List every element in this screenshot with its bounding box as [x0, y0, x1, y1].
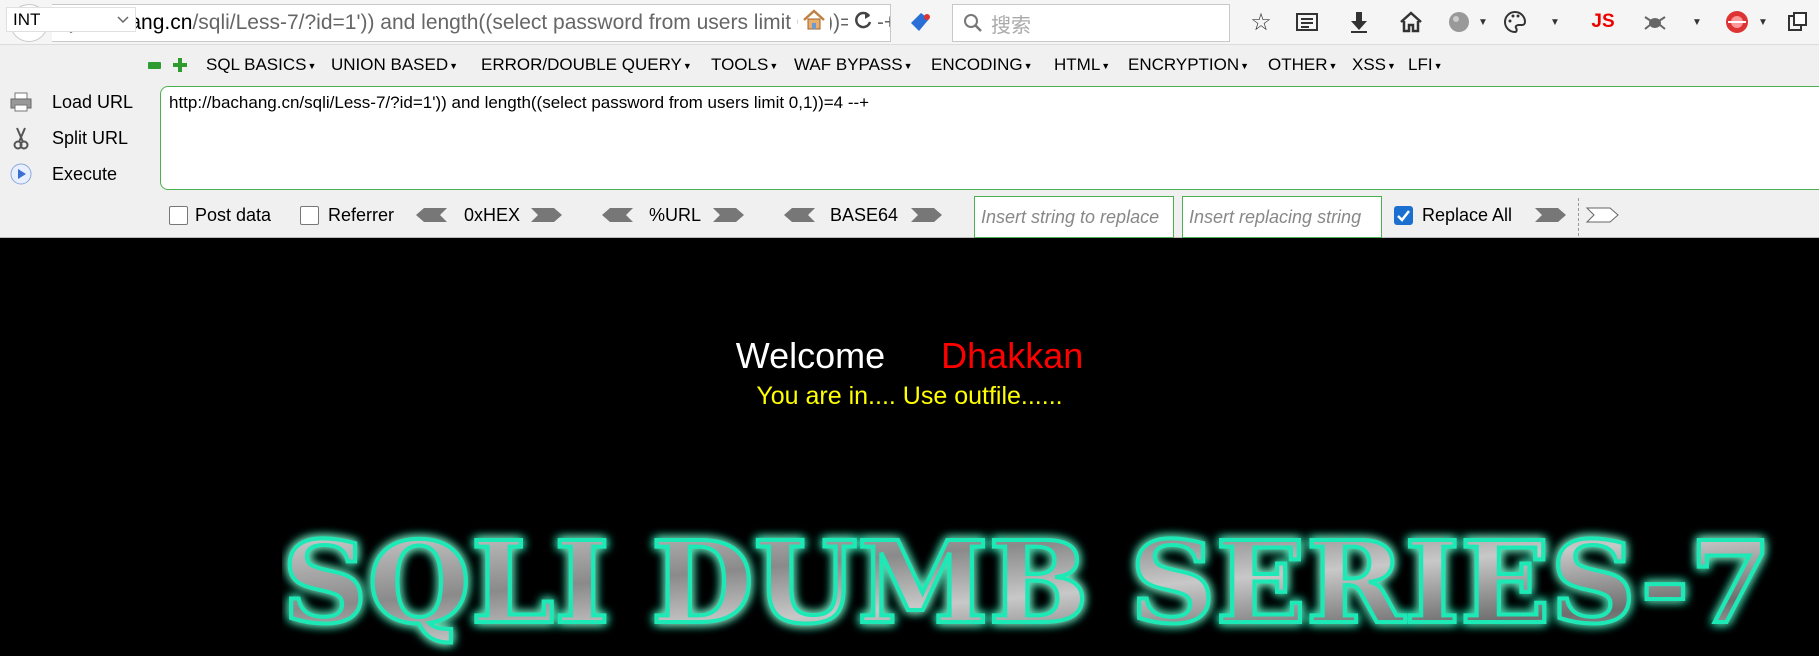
chevron-down-icon[interactable]: ▼ [1690, 8, 1704, 36]
referrer-label: Referrer [328, 205, 395, 225]
insert-replacing-placeholder: Insert replacing string [1189, 206, 1362, 227]
replace-all-arrow-icon[interactable] [1586, 207, 1620, 223]
search-placeholder: 搜索 [991, 14, 1031, 37]
menu-tools[interactable]: TOOLS▼ [711, 55, 778, 75]
base64-label: BASE64 [830, 205, 899, 225]
load-url-button[interactable]: Load URL [10, 87, 133, 117]
welcome-line: Welcome Dhakkan [0, 335, 1819, 376]
hex-label: 0xHEX [464, 205, 521, 225]
menu-label: ERROR/DOUBLE QUERY [481, 55, 682, 74]
hex-encode-left-arrow-icon[interactable] [414, 207, 448, 223]
menu-label: XSS [1352, 55, 1387, 74]
menu-lfi[interactable]: LFI▼ [1408, 55, 1442, 75]
menu-waf-bypass[interactable]: WAF BYPASS▼ [794, 55, 913, 75]
checkmark-icon [1397, 210, 1410, 222]
globe-icon[interactable] [1444, 8, 1474, 36]
star-icon[interactable]: ☆ [1246, 8, 1276, 36]
menu-other[interactable]: OTHER▼ [1268, 55, 1337, 75]
menu-label: WAF BYPASS [794, 55, 903, 74]
menu-label: ENCRYPTION [1128, 55, 1240, 74]
menu-label: SQL BASICS [206, 55, 307, 74]
type-select-value: INT [13, 9, 41, 29]
plus-icon[interactable] [173, 58, 187, 72]
referrer-checkbox[interactable] [300, 206, 319, 225]
hex-encode-right-arrow-icon[interactable] [530, 207, 564, 223]
home-url-icon[interactable] [798, 6, 830, 34]
menu-error-double-query[interactable]: ERROR/DOUBLE QUERY▼ [481, 55, 692, 75]
menu-encryption[interactable]: ENCRYPTION▼ [1128, 55, 1249, 75]
printer-icon [10, 91, 32, 113]
replace-all-checkbox[interactable] [1394, 206, 1413, 225]
palette-icon[interactable] [1500, 8, 1530, 36]
window-icon[interactable] [1782, 8, 1812, 36]
menu-label: OTHER [1268, 55, 1328, 74]
url-path: /sqli/Less-7/?id=1')) and length((select… [192, 11, 891, 34]
divider [1578, 198, 1579, 236]
menu-label: UNION BASED [331, 55, 449, 74]
menu-encoding[interactable]: ENCODING▼ [931, 55, 1033, 75]
js-toggle-icon[interactable]: JS [1586, 8, 1620, 36]
minus-icon[interactable] [148, 62, 161, 69]
url-text: bachang.cn/sqli/Less-7/?id=1')) and leng… [84, 11, 891, 35]
reading-list-icon[interactable] [1292, 8, 1322, 36]
split-url-label: Split URL [52, 127, 129, 148]
base64-left-arrow-icon[interactable] [782, 207, 816, 223]
play-icon [10, 163, 32, 185]
series-banner: SQLI DUMB SERIES-7 [282, 516, 1774, 651]
replace-right-arrow-icon[interactable] [1534, 207, 1568, 223]
post-data-label: Post data [195, 205, 272, 225]
url-textarea[interactable]: http://bachang.cn/sqli/Less-7/?id=1')) a… [160, 86, 1819, 190]
execute-button[interactable]: Execute [10, 159, 117, 189]
menu-html[interactable]: HTML▼ [1054, 55, 1110, 75]
url-bar[interactable]: i bachang.cn/sqli/Less-7/?id=1')) and le… [52, 4, 891, 42]
type-select[interactable]: INT [6, 7, 136, 32]
reload-icon[interactable] [848, 6, 878, 34]
chevron-down-icon[interactable]: ▼ [1756, 8, 1770, 36]
bug-icon[interactable] [1640, 8, 1670, 36]
insert-string-placeholder: Insert string to replace [981, 206, 1160, 227]
menu-xss[interactable]: XSS▼ [1352, 55, 1396, 75]
url-encode-right-arrow-icon[interactable] [712, 207, 746, 223]
banner-text: SQLI DUMB SERIES-7 [282, 518, 1772, 649]
user-name: Dhakkan [941, 335, 1084, 376]
welcome-text: Welcome [735, 335, 886, 376]
download-icon[interactable] [1344, 8, 1374, 36]
chevron-down-icon[interactable]: ▼ [1548, 8, 1562, 36]
replace-all-label: Replace All [1422, 205, 1513, 225]
insert-string-input[interactable]: Insert string to replace [974, 196, 1174, 238]
menu-label: HTML [1054, 55, 1101, 74]
chevron-down-icon[interactable]: ▼ [1476, 8, 1490, 36]
chevron-down-icon [117, 15, 129, 23]
menu-label: TOOLS [711, 55, 769, 74]
bookmark-star-icon[interactable] [905, 8, 937, 36]
insert-replacing-input[interactable]: Insert replacing string [1182, 196, 1382, 238]
menu-union-based[interactable]: UNION BASED▼ [331, 55, 458, 75]
url-textarea-value: http://bachang.cn/sqli/Less-7/?id=1')) a… [169, 93, 870, 112]
url-encode-left-arrow-icon[interactable] [600, 207, 634, 223]
home-icon[interactable] [1396, 8, 1426, 36]
search-icon [964, 14, 982, 32]
status-message: You are in.... Use outfile...... [756, 382, 1063, 410]
execute-label: Execute [52, 163, 118, 184]
base64-right-arrow-icon[interactable] [910, 207, 944, 223]
split-url-button[interactable]: Split URL [10, 123, 128, 153]
menu-label: LFI [1408, 55, 1433, 74]
menu-label: ENCODING [931, 55, 1023, 74]
load-url-label: Load URL [52, 91, 134, 112]
search-input[interactable]: 搜索 [952, 4, 1230, 42]
scissors-icon [10, 127, 32, 150]
menu-sql-basics[interactable]: SQL BASICS▼ [206, 55, 316, 75]
post-data-checkbox[interactable] [169, 206, 188, 225]
url-encode-label: %URL [649, 205, 702, 225]
extension-icon[interactable] [1722, 8, 1752, 36]
